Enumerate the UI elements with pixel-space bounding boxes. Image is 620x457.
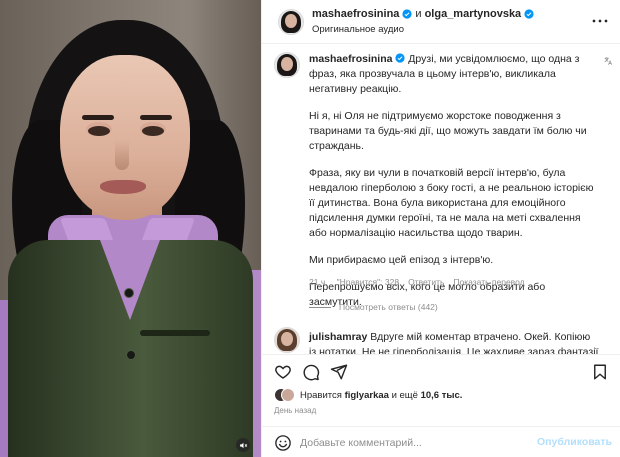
replies-divider xyxy=(309,306,331,308)
media-jacket-pocket xyxy=(140,330,210,336)
post-media[interactable] xyxy=(0,0,261,457)
media-jacket-button xyxy=(126,350,136,360)
caption-paragraph-2: Ні я, ні Оля не підтримуємо жорстоке пов… xyxy=(309,110,587,152)
show-translation-button[interactable]: Показать перевод xyxy=(453,277,524,287)
post-header: mashaefrosinina и olga_martynovska Ориги… xyxy=(262,0,620,44)
translate-icon[interactable] xyxy=(603,56,613,66)
reply-button[interactable]: Ответить xyxy=(408,277,444,287)
media-person-brow-left xyxy=(82,115,114,120)
author-line: mashaefrosinina и olga_martynovska xyxy=(312,8,534,20)
media-person-lips xyxy=(100,180,146,194)
liker-avatar xyxy=(281,388,295,402)
emoji-icon[interactable] xyxy=(274,434,292,452)
media-person-eye-right xyxy=(142,126,164,136)
likes-prefix: Нравится xyxy=(300,389,342,401)
publish-button[interactable]: Опубликовать xyxy=(537,436,612,448)
audio-label[interactable]: Оригинальное аудио xyxy=(312,24,404,35)
likes-count[interactable]: 10,6 тыс. xyxy=(421,390,463,401)
liker-username[interactable]: figlyarkaa xyxy=(345,390,389,401)
media-person-face xyxy=(60,55,190,220)
caption-author-avatar[interactable] xyxy=(274,52,300,78)
verified-icon xyxy=(524,9,534,19)
author-avatar[interactable] xyxy=(278,9,304,35)
and-text: и xyxy=(415,8,422,20)
view-replies-label: Посмотреть ответы (442) xyxy=(339,302,438,312)
caption-paragraph-3: Фраза, яку ви чули в початковій версії і… xyxy=(309,167,594,239)
verified-icon xyxy=(402,9,413,19)
media-jacket-button xyxy=(124,288,134,298)
heart-icon[interactable] xyxy=(274,363,292,381)
likers-avatars xyxy=(274,388,295,402)
caption-time[interactable]: 21 ч. xyxy=(309,277,328,287)
action-bar xyxy=(262,354,620,384)
view-replies-button[interactable]: Посмотреть ответы (442) xyxy=(309,302,438,312)
caption-username[interactable]: mashaefrosinina xyxy=(309,53,392,65)
verified-icon xyxy=(395,53,405,63)
author-username[interactable]: mashaefrosinina xyxy=(312,8,399,20)
caption-meta: 21 ч. "Нравится": 328 Ответить Показать … xyxy=(309,277,525,287)
collab-username[interactable]: olga_martynovska xyxy=(425,8,522,20)
caption-paragraph: mashaefrosinina Друзі, ми усвідомлюємо, … xyxy=(309,52,599,97)
comment-composer: Опубликовать xyxy=(262,426,620,457)
comment-input[interactable] xyxy=(300,434,540,452)
media-person-brow-right xyxy=(140,115,172,120)
commenter-avatar[interactable] xyxy=(274,327,300,353)
mute-button[interactable] xyxy=(236,438,250,452)
comment-item: julishamray Вдруге мій коментар втрачено… xyxy=(309,330,599,354)
comment-icon[interactable] xyxy=(302,363,320,381)
caption-paragraph-4: Ми прибираємо цей епізод з інтерв'ю. xyxy=(309,254,494,266)
likes-summary[interactable]: Нравится figlyarkaa и ещё 10,6 тыс. xyxy=(274,388,462,402)
post-date[interactable]: День назад xyxy=(274,406,316,415)
post-side-panel: mashaefrosinina и olga_martynovska Ориги… xyxy=(261,0,620,457)
commenter-username[interactable]: julishamray xyxy=(309,331,367,343)
media-person-eye-left xyxy=(88,126,110,136)
bookmark-icon[interactable] xyxy=(591,363,609,381)
more-options-icon[interactable] xyxy=(591,14,609,28)
likes-suffix: и ещё xyxy=(391,389,418,401)
share-icon[interactable] xyxy=(330,363,348,381)
media-person-nose xyxy=(115,140,129,170)
speaker-muted-icon xyxy=(239,442,247,448)
caption-likes-count[interactable]: "Нравится": 328 xyxy=(337,277,399,287)
comments-section[interactable]: mashaefrosinina Друзі, ми усвідомлюємо, … xyxy=(262,44,620,354)
